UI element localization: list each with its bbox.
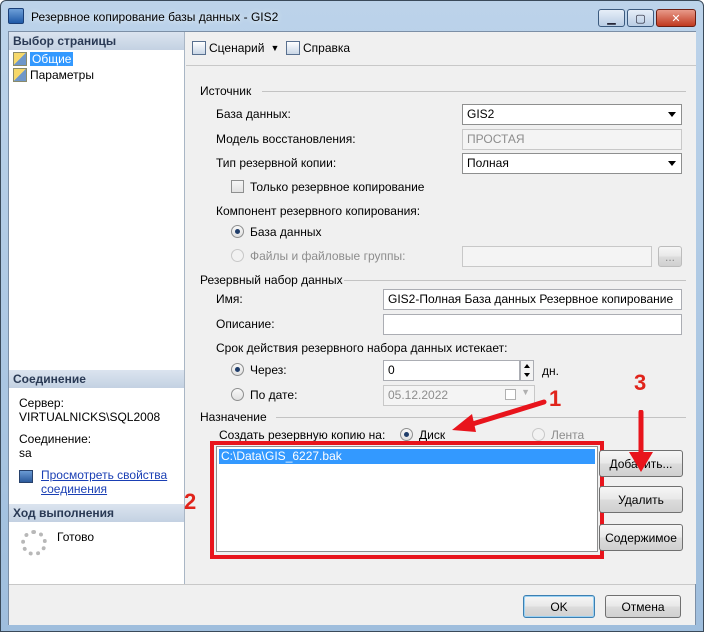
connection-label: Соединение: xyxy=(19,432,92,446)
annotation-arrow-1-icon xyxy=(452,399,547,432)
right-pane: Сценарий ▼ Справка Источник База данных:… xyxy=(184,32,696,584)
divider xyxy=(262,91,686,92)
help-label: Справка xyxy=(303,41,351,55)
annotation-number-3: 3 xyxy=(634,370,647,395)
chevron-down-icon xyxy=(668,161,676,166)
backup-to-label: Создать резервную копию на: xyxy=(219,428,386,442)
component-files-radio[interactable] xyxy=(231,249,244,262)
script-label: Сценарий xyxy=(209,41,265,55)
database-icon xyxy=(8,8,24,24)
recovery-model-label: Модель восстановления: xyxy=(216,132,356,146)
minimize-button[interactable]: ▁ xyxy=(598,9,625,27)
days-stepper[interactable] xyxy=(520,360,534,381)
backup-type-value: Полная xyxy=(467,156,509,170)
database-value: GIS2 xyxy=(467,107,495,121)
annotation-number-1: 1 xyxy=(549,386,562,411)
progress-spinner-icon xyxy=(21,530,47,556)
annotation-number-2: 2 xyxy=(184,489,197,514)
contents-button[interactable]: Содержимое xyxy=(599,524,683,551)
backup-dialog-window: Резервное копирование базы данных - GIS2… xyxy=(0,0,704,632)
chevron-down-icon xyxy=(668,112,676,117)
days-unit-label: дн. xyxy=(542,364,559,378)
on-date-label: По дате: xyxy=(250,388,298,402)
source-section-label: Источник xyxy=(200,84,252,98)
description-input[interactable] xyxy=(383,314,682,335)
remove-destination-button[interactable]: Удалить xyxy=(599,486,683,513)
list-item[interactable]: C:\Data\GIS_6227.bak xyxy=(219,449,595,464)
expire-on-radio[interactable] xyxy=(231,388,244,401)
destination-file-list[interactable]: C:\Data\GIS_6227.bak xyxy=(216,446,598,552)
browse-files-button[interactable]: ... xyxy=(658,246,682,267)
files-field xyxy=(462,246,652,267)
minimize-icon: ▁ xyxy=(607,12,616,25)
page-icon xyxy=(13,68,27,82)
view-properties-link-line2[interactable]: соединения xyxy=(41,482,107,496)
progress-header: Ход выполнения xyxy=(9,504,184,522)
script-icon xyxy=(192,41,206,55)
disk-label: Диск xyxy=(419,428,446,442)
disk-radio[interactable] xyxy=(400,428,413,441)
title-bar[interactable]: Резервное копирование базы данных - GIS2… xyxy=(1,1,703,31)
backup-type-label: Тип резервной копии: xyxy=(216,156,337,170)
component-label: Компонент резервного копирования: xyxy=(216,204,421,218)
copy-only-checkbox[interactable] xyxy=(231,180,244,193)
connection-value: sa xyxy=(19,446,32,460)
progress-status: Готово xyxy=(57,530,95,544)
expire-after-radio[interactable] xyxy=(231,363,244,376)
page-select-header: Выбор страницы xyxy=(9,32,184,50)
script-button[interactable]: Сценарий ▼ xyxy=(192,41,279,55)
chevron-down-icon: ▼ xyxy=(270,43,280,53)
server-label: Сервер: xyxy=(19,396,64,410)
close-button[interactable]: ✕ xyxy=(656,9,696,27)
component-files-label: Файлы и файловые группы: xyxy=(250,249,406,263)
backup-set-section-label: Резервный набор данных xyxy=(200,273,343,287)
component-database-radio[interactable] xyxy=(231,225,244,238)
ok-button[interactable]: OK xyxy=(523,595,595,618)
properties-icon xyxy=(19,470,33,483)
days-input[interactable]: 0 xyxy=(383,360,520,381)
expires-label: Срок действия резервного набора данных и… xyxy=(216,341,508,355)
page-item-label: Параметры xyxy=(30,68,94,82)
backup-type-combo[interactable]: Полная xyxy=(462,153,682,174)
expire-date-value: 05.12.2022 xyxy=(388,388,449,402)
server-value: VIRTUALNICKS\SQL2008 xyxy=(19,410,161,424)
page-item-general[interactable]: Общие xyxy=(13,51,74,67)
destination-section-label: Назначение xyxy=(200,410,267,424)
connection-header: Соединение xyxy=(9,370,184,388)
help-button[interactable]: Справка xyxy=(286,41,350,55)
cancel-button[interactable]: Отмена xyxy=(605,595,681,618)
maximize-button[interactable]: ▢ xyxy=(627,9,654,27)
window-title: Резервное копирование базы данных - GIS2 xyxy=(31,10,279,24)
close-icon: ✕ xyxy=(671,12,681,25)
component-database-label: База данных xyxy=(250,225,322,239)
copy-only-label: Только резервное копирование xyxy=(250,180,425,194)
view-properties-link[interactable]: Просмотреть свойства xyxy=(41,468,167,482)
toolbar: Сценарий ▼ Справка xyxy=(186,32,696,66)
after-label: Через: xyxy=(250,363,287,377)
dialog-client: Выбор страницы Общие Параметры Соединени… xyxy=(8,31,696,625)
divider xyxy=(344,280,686,281)
page-item-label: Общие xyxy=(30,52,74,66)
page-icon xyxy=(13,52,27,66)
name-label: Имя: xyxy=(216,292,243,306)
recovery-model-field: ПРОСТАЯ xyxy=(462,129,682,150)
help-icon xyxy=(286,41,300,55)
page-item-options[interactable]: Параметры xyxy=(13,67,94,83)
database-combo[interactable]: GIS2 xyxy=(462,104,682,125)
database-label: База данных: xyxy=(216,107,291,121)
maximize-icon: ▢ xyxy=(635,12,646,25)
left-pane: Выбор страницы Общие Параметры Соединени… xyxy=(9,32,185,584)
backup-name-input[interactable]: GIS2-Полная База данных Резервное копиро… xyxy=(383,289,682,310)
description-label: Описание: xyxy=(216,317,275,331)
dialog-footer: OK Отмена xyxy=(9,584,695,625)
annotation-arrow-3-icon xyxy=(629,410,653,472)
